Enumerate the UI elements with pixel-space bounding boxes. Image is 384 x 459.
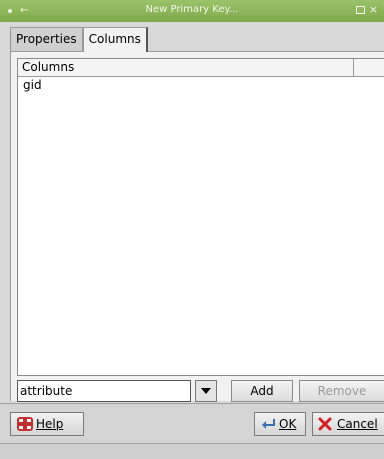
- add-button[interactable]: Add: [231, 380, 293, 402]
- combo-dropdown-button[interactable]: [195, 380, 217, 402]
- column-header-columns[interactable]: Columns: [18, 59, 354, 76]
- red-x-icon: [318, 417, 334, 431]
- dialog-button-bar: Help OK Cancel: [0, 403, 384, 443]
- ok-button[interactable]: OK: [254, 412, 306, 436]
- tab-bar: Properties Columns: [10, 27, 148, 52]
- columns-panel: Columns gid attribute Add Remove: [10, 51, 384, 402]
- window-title: New Primary Key...: [145, 4, 239, 15]
- chevron-down-icon: [201, 388, 211, 394]
- help-label: Help: [36, 417, 64, 431]
- help-button[interactable]: Help: [10, 412, 84, 436]
- column-header-empty: [354, 59, 384, 76]
- column-combo-input[interactable]: attribute: [17, 380, 191, 402]
- title-bar: ← New Primary Key... ×: [0, 0, 384, 22]
- list-header: Columns: [18, 59, 384, 77]
- maximize-icon[interactable]: [355, 6, 365, 14]
- columns-list[interactable]: Columns gid: [17, 58, 384, 376]
- ok-arrow-icon: [260, 417, 276, 431]
- list-item[interactable]: gid: [18, 77, 384, 93]
- cancel-button[interactable]: Cancel: [312, 412, 384, 436]
- status-bar: [0, 443, 384, 459]
- tab-columns[interactable]: Columns: [82, 27, 148, 52]
- remove-button[interactable]: Remove: [299, 380, 384, 402]
- cancel-label: Cancel: [337, 417, 378, 431]
- ok-label: OK: [279, 417, 297, 431]
- column-controls: attribute Add Remove: [17, 380, 384, 402]
- close-icon[interactable]: ×: [369, 3, 378, 16]
- lifebuoy-icon: [17, 417, 33, 431]
- tab-properties[interactable]: Properties: [10, 27, 83, 51]
